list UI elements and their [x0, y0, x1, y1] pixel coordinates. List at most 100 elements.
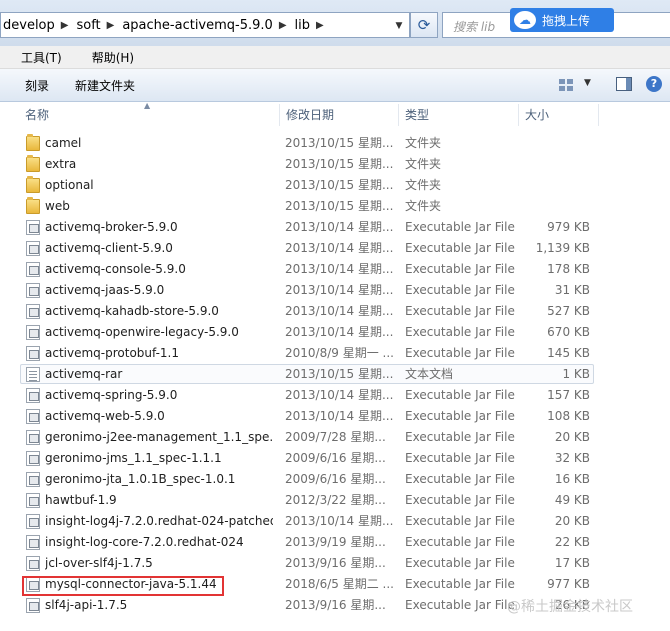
file-size: 49 KB: [554, 493, 590, 507]
file-name: activemq-client-5.9.0: [45, 241, 173, 255]
file-date: 2013/10/14 星期...: [285, 304, 394, 318]
breadcrumb[interactable]: develop ▶ soft ▶ apache-activemq-5.9.0 ▶…: [0, 12, 410, 38]
file-date: 2010/8/9 星期一 ...: [285, 346, 394, 360]
column-header-name[interactable]: 名称: [25, 102, 49, 128]
column-divider[interactable]: [598, 104, 599, 126]
jar-file-icon: [26, 451, 40, 466]
file-size: 31 KB: [554, 283, 590, 297]
file-name: extra: [45, 157, 77, 171]
chevron-right-icon[interactable]: ▶: [59, 20, 75, 31]
file-type: Executable Jar File: [405, 220, 515, 234]
file-name: insight-log4j-7.2.0.redhat-024-patched: [45, 514, 273, 528]
jar-file-icon: [26, 472, 40, 487]
upload-button[interactable]: ☁ 拖拽上传: [510, 8, 614, 32]
file-row[interactable]: web 2013/10/15 星期... 文件夹: [0, 196, 670, 217]
folder-icon: [26, 197, 40, 214]
jar-file-icon: [26, 325, 40, 340]
file-name: activemq-spring-5.9.0: [45, 388, 178, 402]
file-row[interactable]: activemq-kahadb-store-5.9.0 2013/10/14 星期…: [0, 301, 670, 322]
breadcrumb-soft[interactable]: soft: [74, 18, 104, 33]
chevron-right-icon[interactable]: ▶: [314, 20, 330, 31]
menu-tools[interactable]: 工具(T): [0, 49, 71, 66]
file-type: Executable Jar File: [405, 304, 515, 318]
file-row[interactable]: activemq-rar 2013/10/15 星期... 文本文档 1 KB: [0, 364, 670, 385]
file-date: 2013/9/19 星期...: [285, 535, 386, 549]
file-row[interactable]: activemq-spring-5.9.0 2013/10/14 星期... Exe…: [0, 385, 670, 406]
file-name: activemq-rar: [45, 367, 123, 381]
preview-pane-icon[interactable]: [616, 77, 632, 91]
watermark: @稀土掘金技术社区: [507, 599, 633, 615]
jar-file-icon: [26, 430, 40, 445]
file-row[interactable]: geronimo-jta_1.0.1B_spec-1.0.1 2009/6/16 …: [0, 469, 670, 490]
file-size: 670 KB: [547, 325, 590, 339]
text-file-icon: [26, 367, 40, 382]
help-icon[interactable]: ?: [646, 76, 662, 92]
column-header-date[interactable]: 修改日期: [286, 102, 334, 128]
file-size: 108 KB: [547, 409, 590, 423]
chevron-right-icon[interactable]: ▶: [105, 20, 121, 31]
breadcrumb-lib[interactable]: lib: [293, 18, 314, 33]
file-name: web: [45, 199, 70, 213]
jar-file-icon: [26, 535, 40, 550]
file-row[interactable]: activemq-client-5.9.0 2013/10/14 星期... Exe…: [0, 238, 670, 259]
file-type: Executable Jar File: [405, 388, 515, 402]
file-row[interactable]: activemq-broker-5.9.0 2013/10/14 星期... Exe…: [0, 217, 670, 238]
file-date: 2013/10/15 星期...: [285, 367, 394, 381]
chevron-right-icon[interactable]: ▶: [277, 20, 293, 31]
column-header-size[interactable]: 大小: [525, 102, 549, 128]
burn-button[interactable]: 刻录: [0, 77, 63, 94]
file-row[interactable]: activemq-jaas-5.9.0 2013/10/14 星期... Execu…: [0, 280, 670, 301]
file-date: 2013/10/15 星期...: [285, 199, 394, 213]
file-type: 文件夹: [405, 199, 442, 213]
jar-file-icon: [26, 241, 40, 256]
file-list: camel 2013/10/15 星期... 文件夹 extra 2013/10/15 …: [0, 133, 670, 616]
jar-file-icon: [26, 220, 40, 235]
jar-file-icon: [26, 556, 40, 571]
file-date: 2013/10/14 星期...: [285, 514, 394, 528]
column-header-type[interactable]: 类型: [405, 102, 429, 128]
file-date: 2013/9/16 星期...: [285, 556, 386, 570]
file-name: geronimo-jms_1.1_spec-1.1.1: [45, 451, 222, 465]
file-name: slf4j-api-1.7.5: [45, 598, 128, 612]
file-type: Executable Jar File: [405, 535, 515, 549]
file-row[interactable]: camel 2013/10/15 星期... 文件夹: [0, 133, 670, 154]
file-type: Executable Jar File: [405, 241, 515, 255]
jar-file-icon: [26, 598, 40, 613]
column-divider[interactable]: [518, 104, 519, 126]
file-row[interactable]: hawtbuf-1.9 2012/3/22 星期... Executable Jar…: [0, 490, 670, 511]
column-divider[interactable]: [398, 104, 399, 126]
highlight-annotation: [22, 576, 224, 596]
file-row[interactable]: activemq-web-5.9.0 2013/10/14 星期... Execut…: [0, 406, 670, 427]
view-options-icon[interactable]: [558, 78, 574, 92]
address-bar-row: develop ▶ soft ▶ apache-activemq-5.9.0 ▶…: [0, 0, 670, 46]
refresh-icon[interactable]: ⟳: [410, 12, 438, 38]
jar-file-icon: [26, 283, 40, 298]
file-row[interactable]: activemq-console-5.9.0 2013/10/14 星期... Ex…: [0, 259, 670, 280]
file-row[interactable]: optional 2013/10/15 星期... 文件夹: [0, 175, 670, 196]
breadcrumb-activemq[interactable]: apache-activemq-5.9.0: [120, 18, 276, 33]
breadcrumb-develop[interactable]: develop: [1, 18, 59, 33]
address-dropdown-icon[interactable]: ▼: [389, 17, 409, 35]
file-type: Executable Jar File: [405, 472, 515, 486]
file-row[interactable]: activemq-openwire-legacy-5.9.0 2013/10/14…: [0, 322, 670, 343]
file-row[interactable]: geronimo-j2ee-management_1.1_spe... 2009/…: [0, 427, 670, 448]
file-date: 2013/10/15 星期...: [285, 157, 394, 171]
menu-help[interactable]: 帮助(H): [71, 49, 143, 66]
jar-file-icon: [26, 388, 40, 403]
file-row[interactable]: jcl-over-slf4j-1.7.5 2013/9/16 星期... Execu…: [0, 553, 670, 574]
view-dropdown-icon[interactable]: ▼: [584, 78, 591, 88]
column-divider[interactable]: [279, 104, 280, 126]
file-row[interactable]: geronimo-jms_1.1_spec-1.1.1 2009/6/16 星期.…: [0, 448, 670, 469]
file-row[interactable]: insight-log-core-7.2.0.redhat-024 2013/9/…: [0, 532, 670, 553]
file-date: 2013/10/14 星期...: [285, 220, 394, 234]
file-row[interactable]: insight-log4j-7.2.0.redhat-024-patched 20…: [0, 511, 670, 532]
file-row[interactable]: activemq-protobuf-1.1 2010/8/9 星期一 ... Exe…: [0, 343, 670, 364]
file-name: hawtbuf-1.9: [45, 493, 117, 507]
file-size: 17 KB: [554, 556, 590, 570]
new-folder-button[interactable]: 新建文件夹: [63, 77, 149, 94]
file-type: 文本文档: [405, 367, 454, 381]
file-row[interactable]: extra 2013/10/15 星期... 文件夹: [0, 154, 670, 175]
file-type: Executable Jar File: [405, 577, 515, 591]
file-date: 2013/10/14 星期...: [285, 262, 394, 276]
file-type: Executable Jar File: [405, 430, 515, 444]
